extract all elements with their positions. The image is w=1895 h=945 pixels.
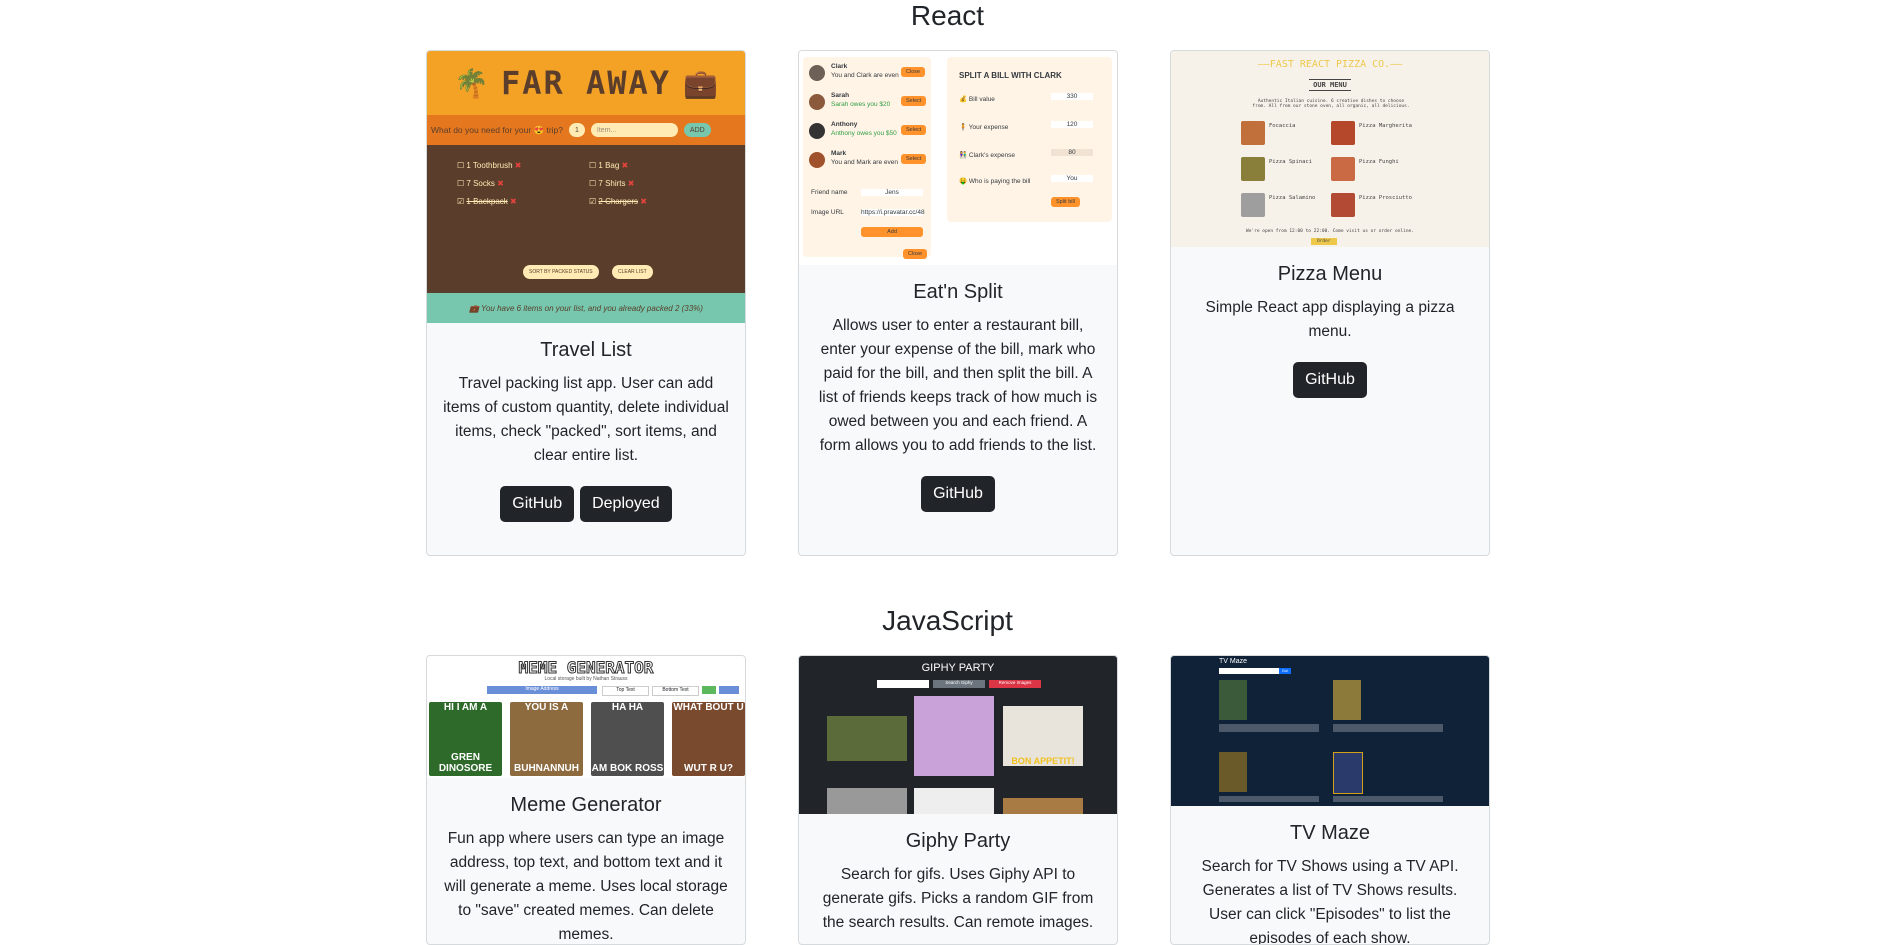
suitcase-icon: 💼 (683, 67, 718, 99)
item-input: Item... (590, 123, 678, 137)
list-item: ☑ 2 Chargers ✖ (589, 197, 647, 206)
show-poster (1219, 680, 1247, 720)
quantity-select: 1 (569, 123, 585, 137)
pizza-image (1241, 121, 1265, 145)
project-card-eatn-split: Clark You and Clark are even Close Sarah… (798, 50, 1118, 556)
gif-image (914, 788, 994, 814)
avatar (809, 94, 825, 110)
project-card-pizza-menu: ——FAST REACT PIZZA CO.—— OUR MENU Authen… (1170, 50, 1490, 556)
github-button[interactable]: GitHub (921, 476, 995, 512)
github-button[interactable]: GitHub (500, 486, 575, 522)
card-description: Fun app where users can type an image ad… (444, 830, 728, 943)
giphy-remove-button: Remove Images (989, 680, 1041, 688)
show-poster (1219, 752, 1247, 792)
far-away-logo: FAR AWAY (500, 64, 672, 102)
travel-prompt: What do you need for your 😍 trip? (431, 124, 564, 135)
card-description: Search for TV Shows using a TV API. Gene… (1201, 858, 1459, 945)
packing-stats: 💼 You have 6 items on your list, and you… (427, 293, 745, 323)
gif-image (827, 716, 907, 761)
project-card-meme-generator: MEME GENERATOR Local storage built by Na… (426, 655, 746, 945)
select-friend-button: Select (901, 96, 927, 106)
pizza-hours: We're open from 12:00 to 22:00. Come vis… (1246, 229, 1414, 234)
card-title: TV Maze (1289, 822, 1371, 844)
select-friend-button: Select (901, 125, 927, 135)
meme-image: YOU IS A BUHNANNUH (510, 702, 583, 776)
meme-subtitle: Local storage built by Nathan Strauss (544, 676, 628, 682)
list-item: ☐ 1 Bag ✖ (589, 161, 629, 170)
project-card-giphy-party: GIPHY PARTY Search Giphy Remove Images B… (798, 655, 1118, 945)
card-description: Allows user to enter a restaurant bill, … (818, 317, 1098, 454)
eatn-split-screenshot: Clark You and Clark are even Close Sarah… (799, 51, 1117, 265)
split-bill-button: Split bill (1051, 197, 1080, 207)
pizza-order-button: Order (1311, 238, 1337, 245)
pizza-image (1331, 157, 1355, 181)
pizza-image (1331, 121, 1355, 145)
giphy-search-input (877, 680, 929, 688)
packing-list: ☐ 1 Toothbrush ✖ ☐ 1 Bag ✖ ☐ 7 Socks ✖ ☐… (427, 145, 745, 293)
gif-image (1003, 798, 1083, 814)
card-title: Eat'n Split (913, 281, 1003, 303)
show-poster (1333, 752, 1363, 794)
section-title-react: React (910, 0, 985, 31)
pizza-image (1331, 193, 1355, 217)
travel-list-screenshot: 🌴 FAR AWAY 💼 What do you need for your 😍… (427, 51, 745, 323)
project-card-tv-maze: TV Maze Go! TV Maze Search for TV Shows … (1170, 655, 1490, 945)
gif-image (827, 788, 907, 814)
tv-maze-screenshot: TV Maze Go! (1171, 656, 1489, 806)
pizza-intro: Authentic Italian cuisine. 6 creative di… (1252, 99, 1410, 109)
list-item: ☐ 7 Socks ✖ (457, 179, 504, 188)
add-friend-button: Add (861, 227, 923, 237)
split-bill-form: SPLIT A BILL WITH CLARK 💰 Bill value 330… (947, 57, 1112, 222)
list-item: ☑ 1 Backpack ✖ (457, 197, 517, 206)
project-card-travel-list: 🌴 FAR AWAY 💼 What do you need for your 😍… (426, 50, 746, 556)
show-poster (1333, 680, 1361, 720)
add-item-button: ADD (683, 123, 711, 137)
pizza-menu-screenshot: ——FAST REACT PIZZA CO.—— OUR MENU Authen… (1171, 51, 1489, 247)
section-title-javascript: JavaScript (882, 605, 1013, 636)
card-description: Travel packing list app. User can add it… (443, 375, 729, 464)
meme-image: HA HA AM BOK ROSS (591, 702, 664, 776)
card-title: Giphy Party (905, 830, 1011, 852)
clear-list-button: CLEAR LIST (612, 265, 653, 279)
card-description: Search for gifs. Uses Giphy API to gener… (822, 866, 1094, 931)
meme-generator-screenshot: MEME GENERATOR Local storage built by Na… (427, 656, 745, 778)
card-title: Travel List (540, 339, 632, 361)
pizza-image (1241, 157, 1265, 181)
github-button[interactable]: GitHub (1293, 362, 1367, 398)
tvmaze-search-button: Go! (1279, 668, 1291, 674)
tvmaze-header: TV Maze (1219, 658, 1248, 665)
select-friend-button: Select (901, 154, 927, 164)
pizza-header: ——FAST REACT PIZZA CO.—— (1257, 59, 1403, 70)
gif-image: BON APPETIT! (1003, 706, 1083, 766)
friends-list: Clark You and Clark are even Close Sarah… (803, 57, 931, 257)
meme-image: HI I AM A GREN DINOSORE (429, 702, 502, 776)
pizza-menu-heading: OUR MENU (1171, 79, 1489, 91)
giphy-header: GIPHY PARTY (921, 662, 995, 674)
sort-select: SORT BY PACKED STATUS (523, 265, 599, 279)
pizza-image (1241, 193, 1265, 217)
palm-tree-icon: 🌴 (454, 67, 489, 99)
meme-image: WHAT BOUT U WUT R U? (672, 702, 745, 776)
list-item: ☐ 1 Toothbrush ✖ (457, 161, 522, 170)
deployed-button[interactable]: Deployed (580, 486, 672, 522)
gif-image (914, 696, 994, 776)
card-title: Pizza Menu (1277, 263, 1383, 285)
avatar (809, 123, 825, 139)
close-friend-button: Close (901, 67, 926, 77)
list-item: ☐ 7 Shirts ✖ (589, 179, 635, 188)
card-description: Simple React app displaying a pizza menu… (1205, 299, 1455, 340)
avatar (809, 65, 825, 81)
avatar (809, 152, 825, 168)
close-form-button: Close (903, 249, 928, 259)
card-title: Meme Generator (510, 794, 662, 816)
giphy-search-button: Search Giphy (933, 680, 985, 688)
meme-header: MEME GENERATOR (518, 658, 654, 678)
tvmaze-search-input (1219, 668, 1279, 674)
giphy-party-screenshot: GIPHY PARTY Search Giphy Remove Images B… (799, 656, 1117, 814)
